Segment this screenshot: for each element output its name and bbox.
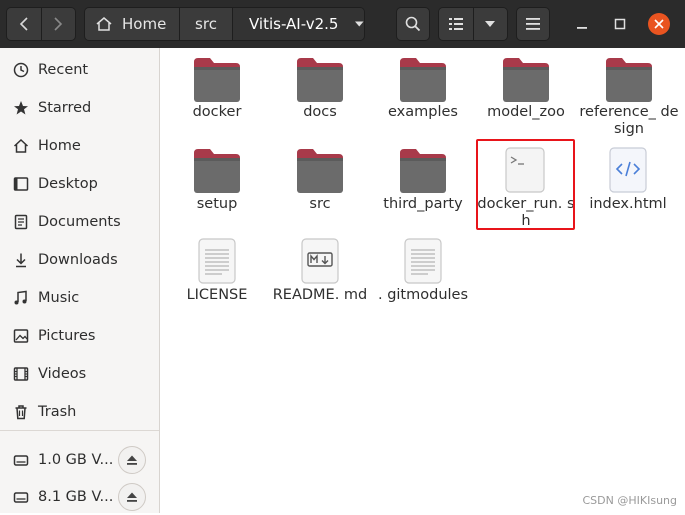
star-icon	[11, 98, 31, 118]
eject-icon	[127, 492, 137, 502]
eject-icon	[127, 455, 137, 465]
breadcrumb-home[interactable]: Home	[85, 8, 180, 40]
desktop-icon	[11, 174, 31, 194]
sidebar-item-videos[interactable]: Videos	[0, 356, 159, 392]
file-item-gitmodules[interactable]: . gitmodules	[373, 238, 473, 322]
home-icon	[11, 136, 31, 156]
folder-icon	[606, 58, 652, 102]
breadcrumb-src[interactable]: src	[180, 8, 233, 40]
picture-icon	[11, 326, 31, 346]
sidebar: Recent Starred Home Desktop Documents Do…	[0, 48, 160, 513]
file-item-examples[interactable]: examples	[373, 58, 473, 128]
file-item-model-zoo[interactable]: model_zoo	[476, 58, 576, 128]
text-file-icon	[198, 238, 236, 284]
home-icon	[96, 17, 112, 31]
drive-icon	[11, 487, 31, 507]
file-item-third-party[interactable]: third_party	[373, 149, 473, 219]
nav-buttons	[6, 7, 76, 41]
file-item-src[interactable]: src	[270, 149, 370, 219]
caret-down-icon	[355, 21, 364, 27]
breadcrumb-current[interactable]: Vitis-AI-v2.5	[233, 8, 364, 40]
sidebar-item-starred[interactable]: Starred	[0, 90, 159, 126]
sidebar-item-trash[interactable]: Trash	[0, 394, 159, 430]
list-view-button[interactable]	[439, 8, 474, 40]
sidebar-item-pictures[interactable]: Pictures	[0, 318, 159, 354]
header-bar: Home src Vitis-AI-v2.5	[0, 0, 685, 48]
chevron-left-icon	[19, 17, 28, 31]
sidebar-item-home[interactable]: Home	[0, 128, 159, 164]
forward-button[interactable]	[41, 8, 75, 40]
file-item-docker[interactable]: docker	[167, 58, 267, 128]
selection-highlight-box	[476, 139, 575, 230]
trash-icon	[11, 402, 31, 422]
sidebar-item-recent[interactable]: Recent	[0, 52, 159, 88]
menu-button[interactable]	[516, 7, 550, 41]
folder-icon	[297, 58, 343, 102]
search-button[interactable]	[396, 7, 430, 41]
clock-icon	[11, 60, 31, 80]
folder-icon	[400, 149, 446, 193]
drive-icon	[11, 450, 31, 470]
eject-button-volume-1[interactable]	[118, 446, 146, 474]
list-view-icon	[448, 18, 463, 30]
eject-button-volume-2[interactable]	[118, 483, 146, 511]
chevron-right-icon	[54, 17, 63, 31]
file-item-setup[interactable]: setup	[167, 149, 267, 219]
file-item-docs[interactable]: docs	[270, 58, 370, 128]
sidebar-item-music[interactable]: Music	[0, 280, 159, 316]
file-item-license[interactable]: LICENSE	[167, 238, 267, 308]
download-icon	[11, 250, 31, 270]
back-button[interactable]	[7, 8, 42, 40]
file-item-reference-design[interactable]: reference_ design	[579, 58, 679, 138]
text-file-icon	[404, 238, 442, 284]
folder-icon	[503, 58, 549, 102]
maximize-button[interactable]	[610, 14, 630, 34]
minimize-icon	[577, 27, 587, 29]
hamburger-icon	[526, 18, 540, 30]
markdown-file-icon	[301, 238, 339, 284]
breadcrumb: Home src Vitis-AI-v2.5	[84, 7, 365, 41]
sidebar-item-desktop[interactable]: Desktop	[0, 166, 159, 202]
minimize-button[interactable]	[572, 14, 592, 34]
close-icon	[654, 19, 664, 29]
search-icon	[405, 16, 421, 32]
sidebar-divider	[0, 430, 159, 431]
document-icon	[11, 212, 31, 232]
file-item-index-html[interactable]: index.html	[578, 147, 678, 217]
folder-icon	[194, 149, 240, 193]
watermark: CSDN @HIKIsung	[582, 494, 678, 507]
folder-icon	[194, 58, 240, 102]
folder-icon	[297, 149, 343, 193]
file-grid: docker docs examples model_zoo reference…	[160, 48, 685, 513]
file-item-readme-md[interactable]: README. md	[270, 238, 370, 322]
folder-icon	[400, 58, 446, 102]
html-file-icon	[609, 147, 647, 193]
caret-down-icon	[485, 21, 496, 27]
sidebar-item-downloads[interactable]: Downloads	[0, 242, 159, 278]
close-button[interactable]	[648, 13, 670, 35]
music-icon	[11, 288, 31, 308]
maximize-icon	[614, 18, 626, 30]
view-controls	[438, 7, 508, 41]
view-options-button[interactable]	[473, 8, 507, 40]
sidebar-item-documents[interactable]: Documents	[0, 204, 159, 240]
video-icon	[11, 364, 31, 384]
